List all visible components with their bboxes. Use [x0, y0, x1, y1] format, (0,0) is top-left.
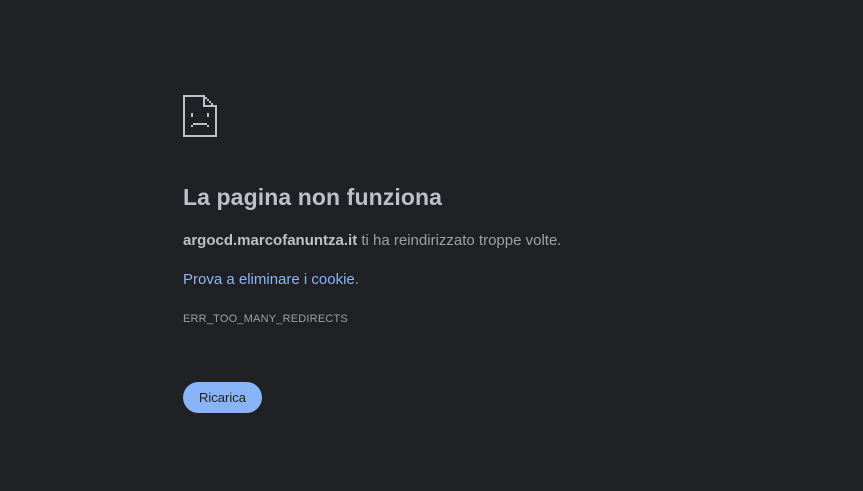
clear-cookies-link[interactable]: Prova a eliminare i cookie	[183, 271, 355, 288]
suggestion-suffix: .	[354, 271, 359, 288]
error-page: La pagina non funziona argocd.marcofanun…	[0, 0, 863, 491]
sad-document-icon	[183, 95, 217, 137]
error-message-text: ti ha reindirizzato troppe volte.	[357, 232, 562, 249]
page-title: La pagina non funziona	[183, 184, 443, 210]
suggestion: Prova a eliminare i cookie.	[183, 271, 359, 288]
reload-button[interactable]: Ricarica	[183, 382, 262, 413]
error-code: ERR_TOO_MANY_REDIRECTS	[183, 313, 348, 325]
error-host: argocd.marcofanuntza.it	[183, 232, 358, 249]
error-message: argocd.marcofanuntza.it ti ha reindirizz…	[183, 232, 561, 249]
